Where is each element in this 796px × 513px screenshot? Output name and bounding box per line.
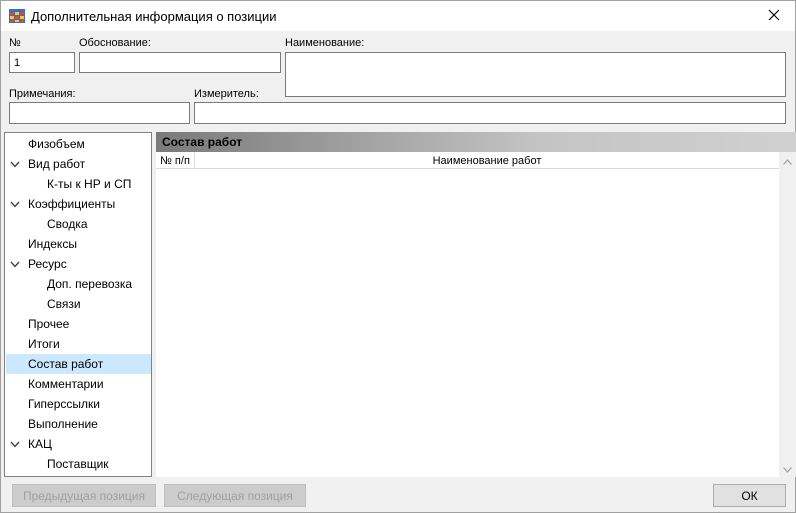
notes-label: Примечания:: [9, 88, 76, 100]
tree-item-label: Коэффициенты: [28, 197, 116, 211]
tree-item[interactable]: Гиперссылки: [6, 394, 151, 414]
tree-item-label: Комментарии: [28, 377, 104, 391]
spreadsheet-app-icon: [9, 9, 25, 23]
tree-item-label: Поставщик: [47, 457, 109, 471]
tree-item[interactable]: Сводка: [6, 214, 151, 234]
tree-item-label: Вид работ: [28, 157, 86, 171]
previous-position-button[interactable]: Предыдущая позиция: [12, 484, 156, 507]
tree-item[interactable]: Связи: [6, 294, 151, 314]
tree-item-label: Ресурс: [28, 257, 67, 271]
work-composition-panel: Состав работ № п/п Наименование работ: [156, 132, 796, 477]
tree-item-label: КАЦ: [28, 437, 52, 451]
tree-item[interactable]: К-ты к НР и СП: [6, 174, 151, 194]
tree-item[interactable]: Вид работ: [6, 154, 151, 174]
tree-item[interactable]: КАЦ: [6, 434, 151, 454]
tree-item-label: Сводка: [47, 217, 88, 231]
tree-item[interactable]: Доп. перевозка: [6, 274, 151, 294]
tree-item[interactable]: Поставщик: [6, 454, 151, 474]
chevron-down-icon[interactable]: [9, 438, 21, 450]
next-position-button[interactable]: Следующая позиция: [164, 484, 306, 507]
tree-item-label: Состав работ: [28, 357, 104, 371]
tree-item[interactable]: Физобъем: [6, 134, 151, 154]
dialog-window: Дополнительная информация о позиции № Об…: [0, 0, 796, 513]
unit-field[interactable]: [194, 102, 786, 124]
chevron-down-icon[interactable]: [9, 158, 21, 170]
unit-label: Измеритель:: [194, 88, 259, 100]
tree-item-label: Связи: [47, 297, 81, 311]
tree-item[interactable]: Состав работ: [6, 354, 151, 374]
tree-item[interactable]: Итоги: [6, 334, 151, 354]
basis-field[interactable]: [79, 52, 281, 73]
chevron-down-icon[interactable]: [9, 258, 21, 270]
chevron-up-icon: [783, 154, 792, 168]
tree-item[interactable]: Комментарии: [6, 374, 151, 394]
close-icon: [768, 9, 780, 24]
tree-item[interactable]: Ресурс: [6, 254, 151, 274]
scroll-down-button[interactable]: [779, 460, 796, 477]
tree-item-label: Физобъем: [28, 137, 85, 151]
grid-header: № п/п Наименование работ: [156, 152, 779, 169]
scroll-up-button[interactable]: [779, 152, 796, 169]
chevron-down-icon: [783, 462, 792, 476]
tree-item[interactable]: Индексы: [6, 234, 151, 254]
tree-item-label: Доп. перевозка: [47, 277, 133, 291]
tree-item-label: Итоги: [28, 337, 60, 351]
name-label: Наименование:: [285, 37, 365, 49]
title-bar[interactable]: Дополнительная информация о позиции: [1, 1, 795, 31]
notes-field[interactable]: [9, 102, 190, 124]
tree-item[interactable]: Коэффициенты: [6, 194, 151, 214]
ok-button[interactable]: ОК: [713, 484, 786, 507]
tree-item[interactable]: Прочее: [6, 314, 151, 334]
vertical-scrollbar[interactable]: [779, 152, 796, 477]
tree-item-label: К-ты к НР и СП: [47, 177, 132, 191]
number-label: №: [9, 37, 21, 49]
close-button[interactable]: [753, 1, 795, 31]
column-header-number[interactable]: № п/п: [156, 152, 195, 169]
number-field[interactable]: [9, 52, 75, 73]
panel-header: Состав работ: [156, 132, 796, 152]
name-field[interactable]: [285, 52, 786, 97]
tree-item-label: Гиперссылки: [28, 397, 100, 411]
tree-item-label: Выполнение: [28, 417, 98, 431]
tree-item-label: Прочее: [28, 317, 70, 331]
navigation-tree[interactable]: Физобъем Вид работ К-ты к НР и СП Коэффицие…: [4, 132, 152, 477]
panel-title: Состав работ: [162, 135, 243, 149]
tree-item[interactable]: Выполнение: [6, 414, 151, 434]
tree-item-label: Индексы: [28, 237, 77, 251]
chevron-down-icon[interactable]: [9, 198, 21, 210]
column-header-work-name[interactable]: Наименование работ: [195, 152, 779, 169]
window-title: Дополнительная информация о позиции: [31, 9, 277, 24]
basis-label: Обоснование:: [79, 37, 151, 49]
